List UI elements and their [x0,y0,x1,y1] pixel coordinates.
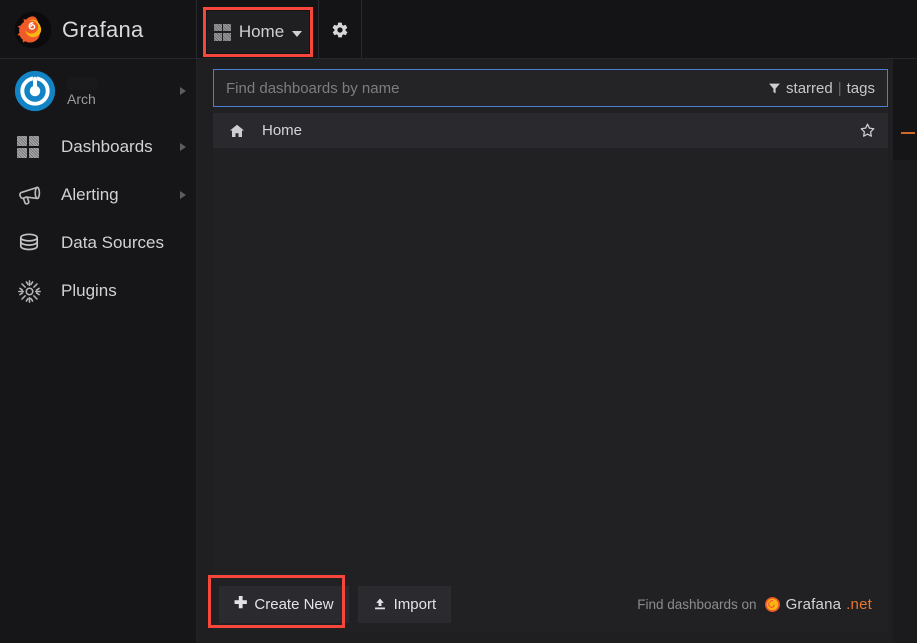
sidebar-item-label: Plugins [61,281,117,300]
sidebar-item-plugins[interactable]: Plugins [0,267,196,315]
sidebar-item-data-sources[interactable]: Data Sources [0,219,196,267]
bullhorn-icon [17,183,51,208]
grafana-net-logo-icon [764,596,780,612]
sidebar-item-label: Dashboards [61,137,153,156]
background-page-sliver-lower [893,160,917,643]
settings-button[interactable] [327,18,353,42]
gear-icon [332,22,348,38]
navbar-divider [318,0,319,58]
chevron-right-icon [180,191,186,199]
chevron-down-icon [292,30,303,37]
search-result-row-home[interactable]: Home [213,113,888,148]
search-panel-actions: ✚ Create New Import Find dashboards on G… [213,577,888,631]
username-redacted [67,76,98,90]
home-dropdown-button[interactable]: Home [207,11,309,53]
sidebar-item-label: Data Sources [61,233,164,252]
dashboard-search-panel: starred | tags Home [197,59,917,643]
promo-brand-tld: .net [846,595,872,613]
top-navbar: Grafana Home [0,0,917,59]
dashboard-grid-icon [213,23,231,41]
filter-starred-link[interactable]: starred [786,80,833,97]
chevron-right-icon [180,87,186,95]
grafana-app-window: Grafana Home Arch Dashboards Alerting Da… [0,0,917,643]
dashboard-grid-icon [17,136,51,158]
star-outline-icon[interactable] [859,122,876,139]
sidebar-item-label: Alerting [61,185,119,204]
grafana-net-link[interactable]: Grafana .net [764,596,872,613]
filter-funnel-icon [769,83,780,93]
filter-separator: | [837,79,842,97]
home-icon [229,123,245,139]
search-field[interactable]: starred | tags [213,69,888,107]
profile-meta: Arch [67,76,98,107]
grafana-net-promo: Find dashboards on Grafana .net [637,596,882,613]
sidebar-item-dashboards[interactable]: Dashboards [0,123,196,171]
brand: Grafana [14,10,144,50]
brand-name: Grafana [62,17,144,42]
plus-icon: ✚ [234,595,248,612]
search-panel-body: starred | tags Home [213,69,888,631]
search-results-list: Home [213,107,888,577]
grafana-flame-logo-icon [14,11,52,49]
search-input[interactable] [214,70,769,106]
profile-org-name: Arch [67,90,96,107]
sidebar-item-alerting[interactable]: Alerting [0,171,196,219]
import-button[interactable]: Import [357,585,452,623]
promo-text: Find dashboards on [637,596,757,612]
search-result-label: Home [262,122,303,139]
import-label: Import [393,595,437,613]
sidebar: Arch Dashboards Alerting Data Sources Pl… [0,59,197,643]
search-filters: starred | tags [768,80,887,97]
chevron-right-icon [180,143,186,151]
navbar-divider [361,0,362,58]
create-new-button[interactable]: ✚ Create New [219,585,349,623]
promo-brand-name: Grafana [785,595,842,613]
background-accent-marker [901,132,915,134]
filter-tags-link[interactable]: tags [847,80,875,97]
create-new-label: Create New [254,595,334,613]
navbar-divider [196,0,197,58]
sidebar-item-profile[interactable]: Arch [0,59,196,123]
database-icon [17,231,51,255]
plugin-icon [17,279,51,304]
user-avatar-icon [14,70,56,112]
upload-icon [373,597,387,611]
home-dropdown-label: Home [238,22,285,41]
